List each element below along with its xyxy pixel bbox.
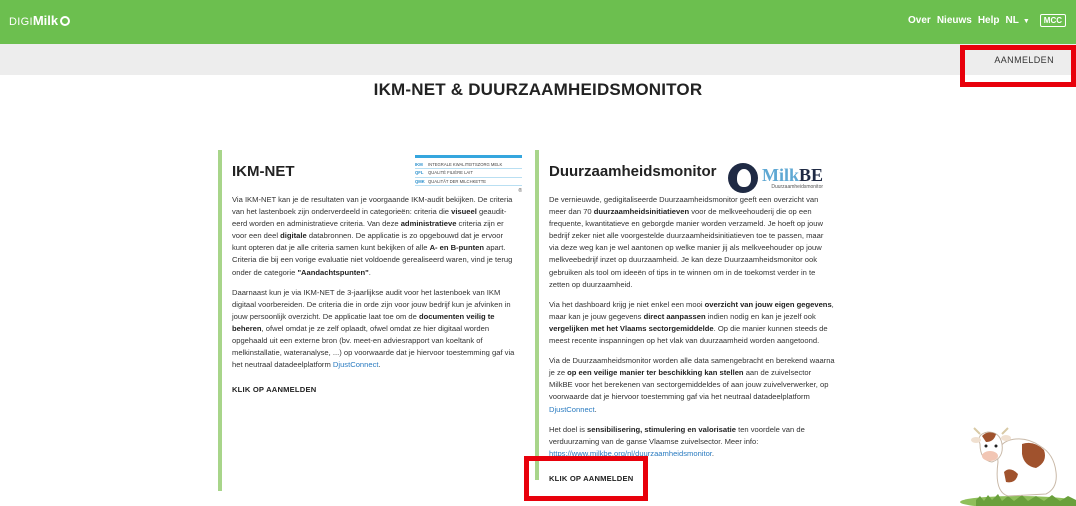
nav-help-link[interactable]: Help xyxy=(978,15,1000,26)
digimilk-logo[interactable]: DIGI Milk xyxy=(9,13,71,28)
brand-milk: Milk xyxy=(762,165,800,185)
bold-text: op een veilige manier ter beschikking ka… xyxy=(567,368,744,378)
page-title: IKM-NET & DUURZAAMHEIDSMONITOR xyxy=(373,80,703,99)
milkbe-subtitle: Duurzaamheidsmonitor xyxy=(771,184,824,190)
nav-nieuws-link[interactable]: Nieuws xyxy=(937,15,972,26)
highlight-box-cta xyxy=(524,456,648,501)
ikm-logo-row: QFL QUALITÉ FILIÈRE LAIT xyxy=(415,169,522,178)
duurzaamheidsmonitor-section: Duurzaamheidsmonitor MilkBE Duurzaamheid… xyxy=(535,150,835,483)
drop-icon xyxy=(60,16,71,26)
nav-over-link[interactable]: Over xyxy=(908,15,931,26)
ikm-logo-code: QMK xyxy=(415,178,425,184)
paragraph-text: indien nodig en kan je jezelf ook xyxy=(705,311,816,321)
ikm-logo-row: QMK QUALITÄT DER MILCHKETTE xyxy=(415,178,522,187)
milkbe-brand: MilkBE xyxy=(762,166,823,184)
brand-be: BE xyxy=(799,165,824,185)
ikm-net-section: IKM-NET IKM INTEGRALE KWALITEITSZORG MELK… xyxy=(218,150,522,491)
ikm-paragraph-2: Daarnaast kun je via IKM-NET de 3-jaarli… xyxy=(232,287,518,372)
ikm-logo-text: QUALITÄT DER MILCHKETTE xyxy=(428,178,487,184)
milkbe-logo: MilkBE Duurzaamheidsmonitor xyxy=(728,163,840,193)
main-nav: Over Nieuws Help NL ▼ MCC xyxy=(908,14,1066,27)
duurzaam-paragraph-3: Via de Duurzaamheidsmonitor worden alle … xyxy=(549,355,835,415)
paragraph-text: Het doel is xyxy=(549,424,587,434)
ikm-logo-code: QFL xyxy=(415,170,424,176)
ikm-logo-text: QUALITÉ FILIÈRE LAIT xyxy=(428,170,473,176)
ikm-logo: IKM INTEGRALE KWALITEITSZORG MELK QFL QUALI… xyxy=(415,155,522,194)
bold-text: sensibilisering, stimulering en valorisa… xyxy=(587,424,736,434)
language-label: NL xyxy=(1005,15,1019,26)
bold-text: vergelijken met het Vlaams sectorgemidde… xyxy=(549,323,714,333)
paragraph-text: . xyxy=(368,267,371,277)
paragraph-text: . xyxy=(594,404,597,414)
registered-icon: ® xyxy=(518,188,522,194)
paragraph-text: . xyxy=(378,360,381,370)
logo-digi-text: DIGI xyxy=(9,16,33,28)
duurzaam-paragraph-4: Het doel is sensibilisering, stimulering… xyxy=(549,424,835,460)
ikm-logo-text: INTEGRALE KWALITEITSZORG MELK xyxy=(428,162,503,167)
duurzaam-paragraph-1: De vernieuwde, gedigitaliseerde Duurzaam… xyxy=(549,194,835,291)
logo-milk-text: Milk xyxy=(32,13,59,28)
language-dropdown[interactable]: NL ▼ xyxy=(1006,15,1030,26)
ikm-logo-row: IKM INTEGRALE KWALITEITSZORG MELK xyxy=(415,161,522,170)
bold-text: "Aandachtspunten" xyxy=(297,267,369,277)
mcc-label: MCC xyxy=(1043,16,1062,25)
duurzaam-paragraph-2: Via het dashboard krijg je niet enkel ee… xyxy=(549,299,835,347)
paragraph-text: voor de melkveehouderij die op een frequ… xyxy=(549,207,824,289)
paragraph-text: . xyxy=(711,448,715,458)
secondary-bar xyxy=(0,44,1076,75)
bold-text: overzicht van jouw eigen gegevens xyxy=(704,299,832,309)
bold-text: direct aanpassen xyxy=(643,311,706,321)
bold-text: administratieve xyxy=(400,219,457,229)
ikm-paragraph-1: Via IKM-NET kan je de resultaten van je … xyxy=(232,194,518,279)
logo-bar xyxy=(415,155,522,158)
bold-text: digitale xyxy=(280,231,307,241)
chevron-down-icon: ▼ xyxy=(1022,18,1030,25)
milk-drop-icon xyxy=(728,163,758,193)
paragraph-text: Via het dashboard krijg je niet enkel ee… xyxy=(549,299,705,309)
bold-text: A- en B-punten xyxy=(429,243,484,253)
inline-link[interactable]: DjustConnect xyxy=(549,405,595,414)
inline-link[interactable]: DjustConnect xyxy=(333,360,379,369)
ikm-logo-rows: IKM INTEGRALE KWALITEITSZORG MELK QFL QUALI… xyxy=(415,161,522,187)
top-navbar: DIGI Milk Over Nieuws Help NL ▼ MCC xyxy=(0,0,1076,44)
bold-text: visueel xyxy=(451,207,477,217)
ikm-login-cta[interactable]: KLIK OP AANMELDEN xyxy=(232,385,316,394)
bold-text: duurzaamheidsinitiatieven xyxy=(593,207,690,217)
mcc-badge[interactable]: MCC xyxy=(1039,14,1066,27)
cow-illustration xyxy=(960,427,1076,506)
ikm-logo-code: IKM xyxy=(415,162,423,167)
